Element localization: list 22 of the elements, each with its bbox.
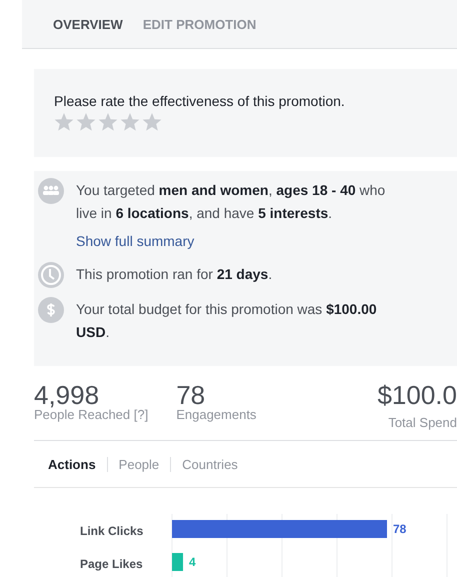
bar <box>172 553 184 571</box>
star-rating[interactable] <box>54 112 162 132</box>
data-label: 78 <box>393 522 406 536</box>
category-label: Link Clicks <box>80 523 144 540</box>
stat-value: 78 <box>176 383 206 407</box>
rating-prompt: Please rate the effectiveness of this promotion. <box>54 93 346 109</box>
stat-value: $100.0 <box>377 383 457 407</box>
stat-label: Total Spend <box>387 415 457 430</box>
summary-text: You targeted men and women, ages 18 - 40 who live in 6 locations, and have 5 interests. <box>76 181 386 223</box>
summary-text: This promotion ran for 21 days. <box>76 265 272 284</box>
stat-label: People Reached [?] <box>34 407 148 422</box>
summary-link[interactable]: Show full summary <box>76 233 194 249</box>
data-label: 4 <box>189 555 196 569</box>
tab[interactable]: Actions <box>48 456 107 472</box>
stat-value: 4,998 <box>34 383 100 407</box>
tab[interactable]: OVERVIEW <box>53 16 123 32</box>
people-icon <box>38 178 64 204</box>
summary-text: Your total budget for this promotion was $100.00 USD. <box>76 300 378 342</box>
stat-label: Engagements <box>176 407 256 422</box>
category-label: Page Likes <box>80 556 144 573</box>
clock-icon <box>38 262 64 288</box>
dollar-icon <box>38 297 64 323</box>
